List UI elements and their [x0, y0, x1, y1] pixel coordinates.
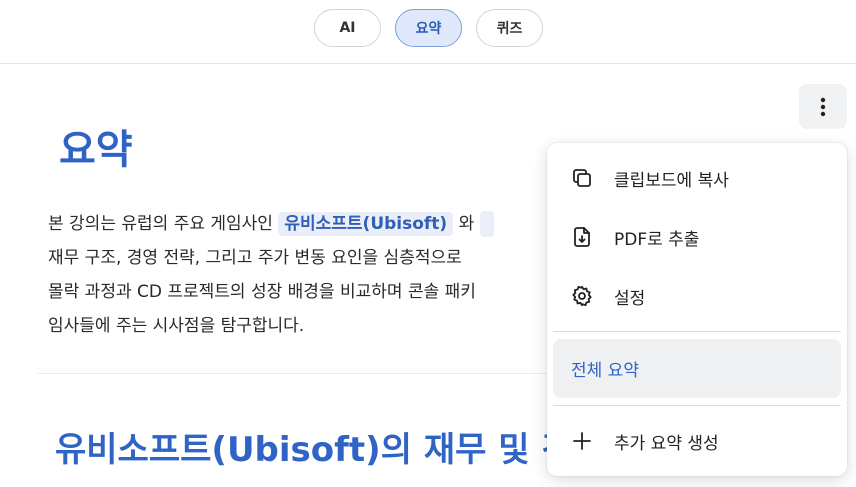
- menu-item-generate-additional-summary[interactable]: 추가 요약 생성: [553, 412, 841, 470]
- menu-item-label: 추가 요약 생성: [614, 433, 719, 454]
- tab-ai[interactable]: AI: [314, 9, 381, 47]
- keyword-tag-partial: [479, 211, 494, 237]
- paragraph-text: 본 강의는 유럽의 주요 게임사인: [48, 214, 279, 234]
- menu-item-label: PDF로 추출: [614, 229, 700, 250]
- summary-paragraph: 본 강의는 유럽의 주요 게임사인 유비소프트(Ubisoft) 와 재무 구조…: [48, 207, 568, 343]
- paragraph-line: 임사들에 주는 시사점을 탐구합니다.: [48, 316, 305, 336]
- section-divider: [38, 373, 558, 374]
- menu-item-copy-clipboard[interactable]: 클립보드에 복사: [553, 149, 841, 207]
- menu-divider: [553, 331, 841, 332]
- paragraph-line: 본 강의는 유럽의 주요 게임사인 유비소프트(Ubisoft) 와: [48, 207, 568, 241]
- tab-summary[interactable]: 요약: [395, 9, 462, 47]
- section-heading: 유비소프트(Ubisoft)의 재무 및 경영: [55, 430, 555, 470]
- options-dropdown-menu: 클립보드에 복사 PDF로 추출 설정 전체 요약 추가 요약 생성: [547, 143, 847, 476]
- tab-quiz[interactable]: 퀴즈: [476, 9, 543, 47]
- paragraph-line: 재무 구조, 경영 전략, 그리고 주가 변동 요인을 심층적으로: [48, 248, 462, 268]
- paragraph-text: 와: [453, 214, 480, 234]
- menu-item-full-summary[interactable]: 전체 요약: [553, 339, 841, 398]
- paragraph-line: 몰락 과정과 CD 프로젝트의 성장 배경을 비교하며 콘솔 패키: [48, 282, 476, 302]
- menu-divider: [553, 405, 841, 406]
- more-options-button[interactable]: [799, 84, 847, 129]
- menu-item-label: 전체 요약: [571, 361, 639, 381]
- plus-icon: [570, 429, 594, 453]
- file-download-icon: [570, 225, 594, 249]
- copy-icon: [570, 166, 594, 190]
- summary-page: AI 요약 퀴즈 요약 본 강의는 유럽의 주요 게임사인 유비소프트(Ubis…: [0, 0, 856, 487]
- menu-item-export-pdf[interactable]: PDF로 추출: [553, 208, 841, 266]
- menu-item-label: 클립보드에 복사: [614, 170, 729, 191]
- menu-item-settings[interactable]: 설정: [553, 267, 841, 325]
- menu-item-label: 설정: [614, 288, 646, 309]
- keyword-tag: 유비소프트(Ubisoft): [278, 212, 454, 236]
- more-vertical-icon: [820, 97, 826, 116]
- tab-bar: AI 요약 퀴즈: [0, 0, 856, 64]
- gear-icon: [570, 284, 594, 308]
- page-title: 요약: [59, 127, 133, 173]
